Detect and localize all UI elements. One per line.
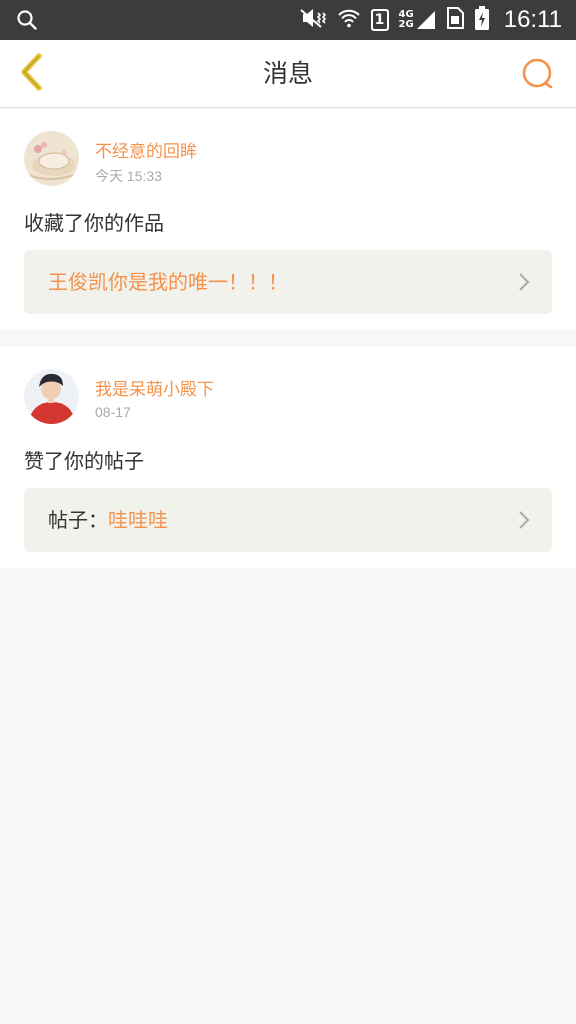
- timestamp: 08-17: [95, 404, 131, 420]
- username[interactable]: 我是呆萌小殿下: [95, 375, 214, 400]
- search-icon: [520, 58, 556, 96]
- target-title: 哇哇哇: [108, 508, 168, 532]
- mute-vibrate-icon: [297, 7, 327, 33]
- network-type-bottom: 2G: [398, 19, 414, 30]
- avatar[interactable]: [24, 369, 79, 424]
- page-title: 消息: [262, 59, 313, 88]
- action-text: 收藏了你的作品: [24, 211, 164, 235]
- chevron-right-icon: [518, 272, 530, 296]
- search-button[interactable]: [520, 56, 556, 92]
- signal-icon: 4G 2G: [399, 10, 436, 30]
- status-bar: 1 4G 2G 16:11: [0, 0, 576, 40]
- target-text: 帖子：哇哇哇: [48, 488, 168, 552]
- target-link[interactable]: 王俊凯你是我的唯一！！！: [24, 250, 552, 314]
- chevron-left-icon: [17, 52, 47, 96]
- clock: 16:11: [503, 6, 562, 33]
- status-icons: 1 4G 2G 16:11: [297, 0, 562, 40]
- message-card: 我是呆萌小殿下 08-17 赞了你的帖子 帖子：哇哇哇: [0, 347, 576, 568]
- wifi-icon: [337, 8, 361, 32]
- sim-icon: 1: [370, 9, 389, 31]
- target-prefix: 帖子：: [48, 508, 108, 532]
- username[interactable]: 不经意的回眸: [95, 137, 197, 162]
- header-bar: 消息: [0, 40, 576, 108]
- timestamp: 今天 15:33: [95, 168, 162, 184]
- back-button[interactable]: [12, 52, 52, 96]
- message-card: 不经意的回眸 今天 15:33 收藏了你的作品 王俊凯你是我的唯一！！！: [0, 109, 576, 330]
- sim-card-icon: [446, 7, 464, 33]
- target-text: 王俊凯你是我的唯一！！！: [48, 250, 288, 314]
- battery-charging-icon: [474, 5, 490, 35]
- chevron-right-icon: [518, 510, 530, 534]
- avatar[interactable]: [24, 131, 79, 186]
- target-title: 王俊凯你是我的唯一！！！: [48, 270, 288, 294]
- target-link[interactable]: 帖子：哇哇哇: [24, 488, 552, 552]
- search-icon: [16, 9, 38, 35]
- action-text: 赞了你的帖子: [24, 449, 144, 473]
